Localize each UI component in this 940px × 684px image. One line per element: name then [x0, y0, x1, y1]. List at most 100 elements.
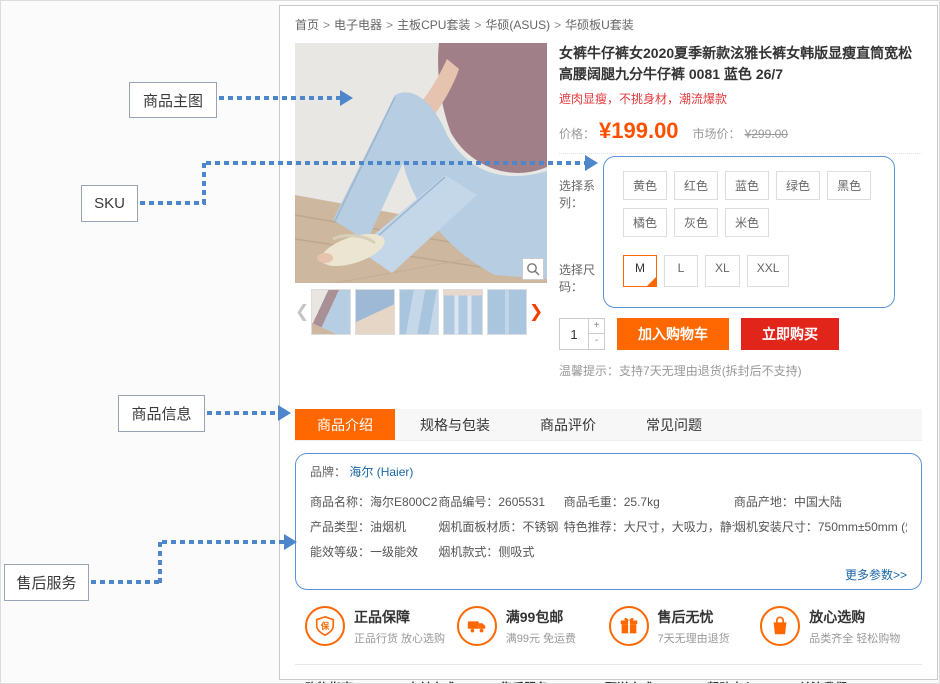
footer-col-help: 帮助中心 常见问题 新闻资讯 联系我们 [707, 679, 799, 684]
buy-now-button[interactable]: 立即购买 [741, 318, 839, 350]
annotation-main-image: 商品主图 [129, 82, 217, 118]
arrowhead-icon [585, 155, 598, 171]
spec-item: 烟机款式：侧吸式 [438, 543, 563, 560]
spec-item: 特色推荐：大尺寸，大吸力，静音... [564, 518, 734, 535]
product-page-card: 首页>电子电器>主板CPU套装>华硕(ASUS)>华硕板U套装 [279, 5, 938, 680]
spec-item: 商品产地：中国大陆 [734, 493, 907, 510]
product-title: 女裤牛仔裤女2020夏季新款泫雅长裤女韩版显瘦直筒宽松高腰阔腿九分牛仔裤 008… [559, 43, 922, 85]
service-aftersales: 售后无忧7天无理由退货 [609, 606, 761, 646]
service-guarantee-bar: 保 正品保障正品行货 放心选购 满99包邮满99元 免运费 售后无忧7天无理由退… [295, 590, 922, 660]
size-chip-xxl[interactable]: XXL [747, 255, 790, 287]
screenshot-stage: 首页>电子电器>主板CPU套装>华硕(ASUS)>华硕板U套装 [0, 0, 940, 684]
series-chip-blue[interactable]: 蓝色 [725, 171, 769, 200]
service-genuine: 保 正品保障正品行货 放心选购 [305, 606, 457, 646]
thumbnail-5[interactable] [487, 289, 527, 335]
spec-item: 商品编号：2605531 [438, 493, 563, 510]
series-chip-gray[interactable]: 灰色 [674, 208, 718, 237]
size-chip-xl[interactable]: XL [705, 255, 740, 287]
thumbnail-4[interactable] [443, 289, 483, 335]
thumbnail-3[interactable] [399, 289, 439, 335]
annotation-product-info: 商品信息 [118, 395, 205, 432]
spec-grid: 商品名称：海尔E800C2 商品编号：2605531 商品毛重：25.7kg 商… [310, 489, 907, 560]
quantity-input[interactable] [560, 319, 588, 349]
sku-section: 选择系列： 黄色 红色 蓝色 绿色 黑色 橘色 灰色 米色 [559, 154, 922, 306]
thumbs-next-icon[interactable]: ❯ [529, 302, 543, 322]
breadcrumb: 首页>电子电器>主板CPU套装>华硕(ASUS)>华硕板U套装 [295, 16, 922, 33]
series-chip-orange[interactable]: 橘色 [623, 208, 667, 237]
zoom-magnifier-icon[interactable] [522, 258, 544, 280]
thumbnail-strip: ❮ ❯ [295, 289, 547, 335]
series-chip-black[interactable]: 黑色 [827, 171, 871, 200]
spec-item: 烟机安装尺寸：750mm±50mm (烟... [734, 518, 907, 535]
tip-label: 温馨提示： [559, 364, 619, 378]
market-price: ¥299.00 [745, 127, 788, 141]
annotation-after-sales: 售后服务 [4, 564, 89, 601]
footer: 购物指南 购物流程 发票制度 服务协议 会员优惠 支付方式 货到付款 网上支付 … [295, 664, 922, 684]
bag-icon [760, 606, 800, 646]
purchase-row: + - 加入购物车 立即购买 [559, 318, 922, 350]
footer-col-shopping-guide: 购物指南 购物流程 发票制度 服务协议 会员优惠 [305, 679, 407, 684]
product-gallery: ❮ ❯ [295, 43, 547, 379]
service-shipping: 满99包邮满99元 免运费 [457, 606, 609, 646]
breadcrumb-separator: > [386, 18, 393, 32]
price-label: 价格： [559, 125, 595, 142]
arrowhead-icon [340, 90, 353, 106]
annotation-arrow-sku-seg1 [140, 201, 206, 205]
annotation-arrow-after-sales-seg2 [158, 542, 162, 584]
breadcrumb-link-current[interactable]: 华硕板U套装 [565, 18, 634, 32]
series-chip-red[interactable]: 红色 [674, 171, 718, 200]
arrowhead-icon [284, 534, 297, 550]
thumbs-prev-icon[interactable]: ❮ [295, 302, 309, 322]
footer-col-delivery: 配送方式 上门自提 211限时达 配送服务查询 配送费收取标准 海外配送 [605, 679, 707, 684]
series-options: 黄色 红色 蓝色 绿色 黑色 橘色 灰色 米色 [615, 171, 887, 245]
size-options: M L XL XXL [615, 255, 887, 295]
annotation-sku: SKU [81, 185, 138, 222]
svg-text:保: 保 [320, 621, 330, 631]
breadcrumb-separator: > [474, 18, 481, 32]
tip-text: 支持7天无理由退货(拆封后不支持) [619, 364, 802, 378]
truck-icon [457, 606, 497, 646]
breadcrumb-link-brand[interactable]: 华硕(ASUS) [485, 18, 550, 32]
footer-col-follow-us: 关注我们 3E 3E [799, 679, 911, 684]
promo-text: 遮肉显瘦，不挑身材，潮流爆款 [559, 90, 922, 107]
gift-icon [609, 606, 649, 646]
size-label: 选择尺码： [559, 255, 615, 295]
breadcrumb-link-category[interactable]: 电子电器 [334, 18, 382, 32]
quantity-decrease-icon[interactable]: - [589, 334, 604, 349]
add-to-cart-button[interactable]: 加入购物车 [617, 318, 729, 350]
spec-item: 商品名称：海尔E800C2 [310, 493, 438, 510]
thumbnail-1[interactable] [311, 289, 351, 335]
spec-item: 产品类型：油烟机 [310, 518, 438, 535]
annotation-arrow-after-sales-seg3 [162, 540, 284, 544]
quantity-increase-icon[interactable]: + [589, 319, 604, 334]
annotation-arrow-sku-seg3 [206, 161, 585, 165]
annotation-arrow-main-image [219, 96, 341, 100]
size-chip-m-selected[interactable]: M [623, 255, 657, 287]
tab-spec-package[interactable]: 规格与包装 [395, 409, 515, 440]
product-info-panel: 品牌： 海尔 (Haier) 商品名称：海尔E800C2 商品编号：260553… [295, 453, 922, 590]
series-label: 选择系列： [559, 171, 615, 245]
more-params-link[interactable]: 更多参数>> [845, 568, 907, 582]
breadcrumb-link-subcategory[interactable]: 主板CPU套装 [397, 18, 470, 32]
thumbnail-2[interactable] [355, 289, 395, 335]
brand-link[interactable]: 海尔 (Haier) [349, 465, 413, 479]
series-chip-green[interactable]: 绿色 [776, 171, 820, 200]
arrowhead-icon [278, 405, 291, 421]
spec-item: 烟机面板材质：不锈钢 [438, 518, 563, 535]
service-easy-shopping: 放心选购品类齐全 轻松购物 [760, 606, 912, 646]
footer-col-payment: 支付方式 货到付款 网上支付 分期付款 银行转帐 [407, 679, 500, 684]
breadcrumb-link-home[interactable]: 首页 [295, 18, 319, 32]
series-chip-beige[interactable]: 米色 [725, 208, 769, 237]
tab-faq[interactable]: 常见问题 [621, 409, 727, 440]
tab-reviews[interactable]: 商品评价 [515, 409, 621, 440]
size-chip-l[interactable]: L [664, 255, 698, 287]
market-price-label: 市场价： [693, 125, 741, 142]
tab-product-intro[interactable]: 商品介绍 [295, 409, 395, 440]
current-price: ¥199.00 [599, 118, 679, 144]
annotation-arrow-sku-seg2 [202, 163, 206, 205]
breadcrumb-separator: > [323, 18, 330, 32]
annotation-arrow-after-sales-seg1 [91, 580, 162, 584]
brand-label: 品牌： [310, 465, 346, 479]
footer-col-aftersales: 售后服务 售后政策 价格保护 退款说明 返修/退换货 取消订单 [500, 679, 605, 684]
series-chip-yellow[interactable]: 黄色 [623, 171, 667, 200]
